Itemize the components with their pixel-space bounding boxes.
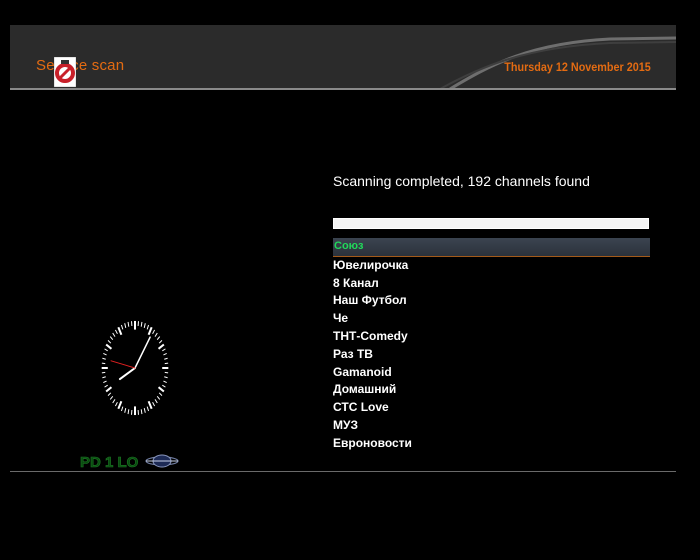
channel-list-item[interactable]: ТНТ-Comedy (333, 328, 650, 346)
channel-list-item[interactable]: МУЗ (333, 417, 650, 435)
channel-list-item[interactable]: Ювелирочка (333, 257, 650, 275)
scan-progress-bar (333, 218, 649, 229)
brand-logo-text: PD 1 LO (80, 454, 139, 471)
header-divider (10, 88, 676, 90)
channel-list-item[interactable]: Gamanoid (333, 364, 650, 382)
page-title: Service scan (36, 57, 125, 74)
brand-logo: PD 1 LO (80, 454, 179, 471)
channel-list-item[interactable]: Евроновости (333, 435, 650, 453)
footer-divider (10, 471, 676, 472)
channel-list-item[interactable]: Че (333, 310, 650, 328)
header-bar: Service scan Thursday 12 November 2015 (10, 25, 676, 89)
channel-list[interactable]: Союз Ювелирочка 8 Канал Наш Футбол Че ТНТ-Com… (333, 238, 650, 453)
channel-list-item[interactable]: СТС Love (333, 399, 650, 417)
analog-clock-icon (101, 320, 169, 416)
channel-list-item[interactable]: Домашний (333, 381, 650, 399)
provider-logo-icon (54, 57, 76, 87)
header-date: Thursday 12 November 2015 (504, 60, 651, 74)
channel-list-item[interactable]: 8 Канал (333, 275, 650, 293)
channel-list-item[interactable]: Наш Футбол (333, 292, 650, 310)
scan-progress-fill (334, 219, 648, 228)
channel-list-item[interactable]: Раз ТВ (333, 346, 650, 364)
scan-status-text: Scanning completed, 192 channels found (333, 173, 590, 189)
channel-list-item[interactable]: Союз (333, 238, 650, 257)
satellite-logo-icon (145, 454, 179, 468)
